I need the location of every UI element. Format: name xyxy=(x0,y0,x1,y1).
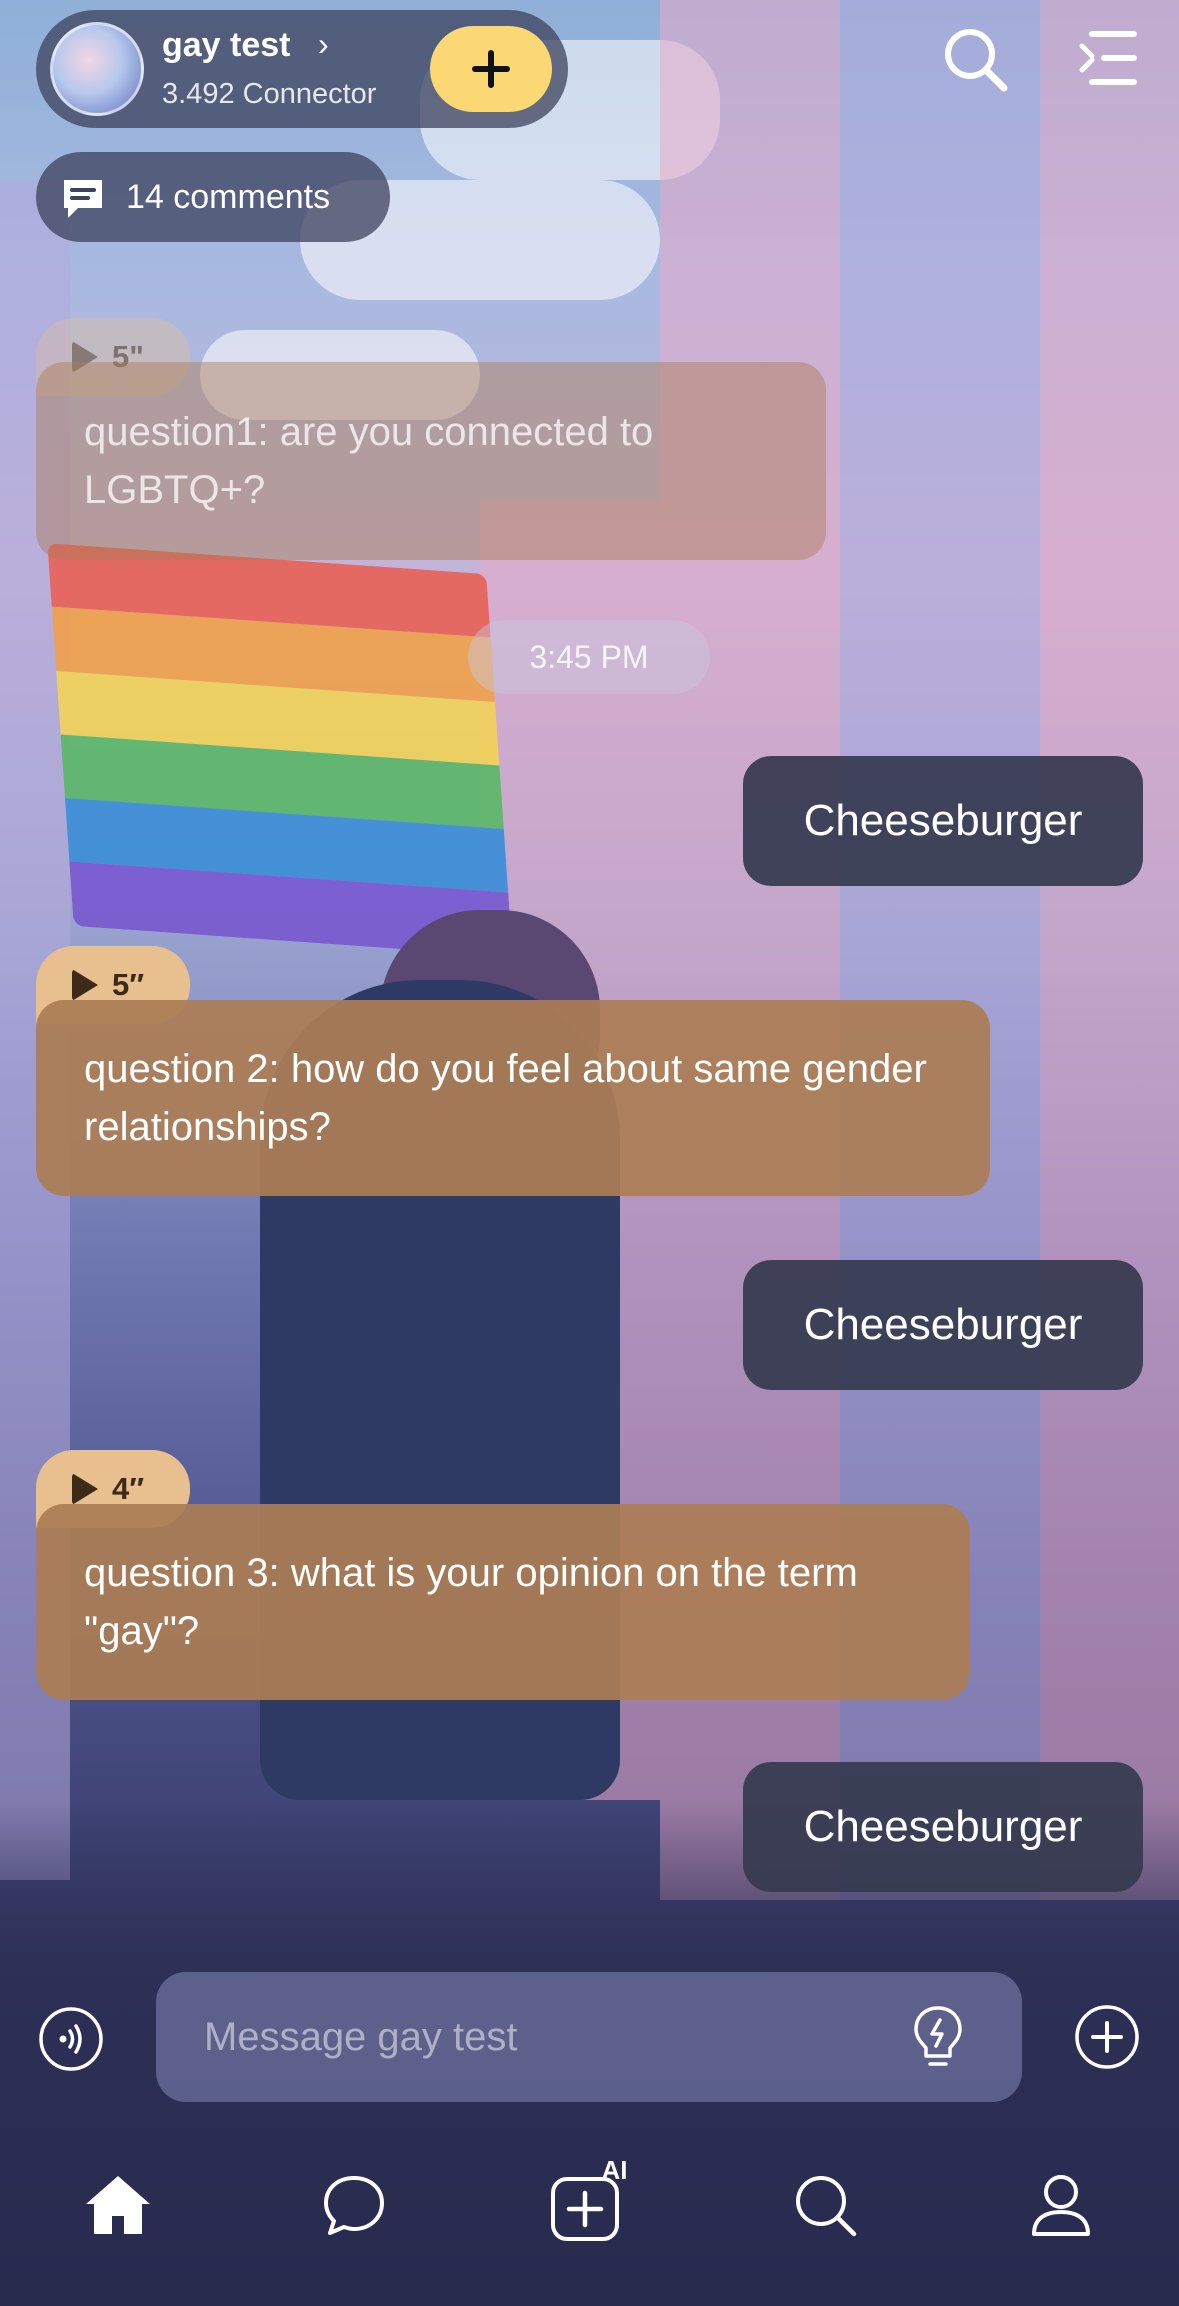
bot-message-text: question1: are you connected to LGBTQ+? xyxy=(84,410,654,512)
comment-icon xyxy=(64,180,102,218)
follow-button[interactable] xyxy=(430,26,552,112)
bot-message: question 3: what is your opinion on the … xyxy=(36,1504,970,1700)
rainbow-flag xyxy=(47,543,513,957)
search-icon xyxy=(796,2176,857,2237)
bot-message: question1: are you connected to LGBTQ+? xyxy=(36,362,826,560)
play-icon xyxy=(72,1473,98,1505)
user-message-text: Cheeseburger xyxy=(803,1802,1083,1851)
user-message: Cheeseburger xyxy=(743,1260,1143,1390)
audio-duration: 5″ xyxy=(112,967,145,1002)
timestamp: 3:45 PM xyxy=(468,620,710,694)
menu-icon[interactable] xyxy=(1078,26,1138,90)
search-icon[interactable] xyxy=(940,24,1010,94)
user-message-text: Cheeseburger xyxy=(803,1300,1083,1349)
chat-icon xyxy=(323,2176,384,2235)
audio-duration: 4″ xyxy=(112,1471,145,1506)
nav-search[interactable] xyxy=(765,2155,885,2255)
ai-badge: AI xyxy=(601,2155,628,2185)
bot-message: question 2: how do you feel about same g… xyxy=(36,1000,990,1196)
voice-mode-icon[interactable] xyxy=(38,2006,104,2072)
message-input[interactable] xyxy=(156,1972,1022,2102)
user-message-text: Cheeseburger xyxy=(803,796,1083,845)
play-icon xyxy=(72,969,98,1001)
bot-message-text: question 2: how do you feel about same g… xyxy=(84,1047,927,1149)
home-icon xyxy=(85,2176,150,2234)
add-attachment-icon[interactable] xyxy=(1074,2004,1140,2070)
lightbulb-icon[interactable] xyxy=(908,2004,968,2070)
user-message: Cheeseburger xyxy=(743,1762,1143,1892)
nav-chat[interactable] xyxy=(294,2155,414,2255)
building xyxy=(1040,0,1179,1900)
bot-message-text: question 3: what is your opinion on the … xyxy=(84,1551,858,1653)
nav-home[interactable] xyxy=(58,2155,178,2255)
avatar[interactable] xyxy=(50,22,144,116)
user-message: Cheeseburger xyxy=(743,756,1143,886)
profile-icon xyxy=(1032,2175,1091,2236)
bottom-nav: AI xyxy=(0,2150,1179,2260)
nav-create-ai[interactable]: AI xyxy=(529,2155,649,2255)
creator-subtitle: 3.492 Connector xyxy=(162,78,377,110)
creator-name[interactable]: gay test xyxy=(162,26,291,65)
nav-profile[interactable] xyxy=(1001,2155,1121,2255)
comments-count: 14 comments xyxy=(126,178,331,216)
chevron-right-icon: › xyxy=(318,26,329,62)
plus-icon xyxy=(472,50,510,88)
